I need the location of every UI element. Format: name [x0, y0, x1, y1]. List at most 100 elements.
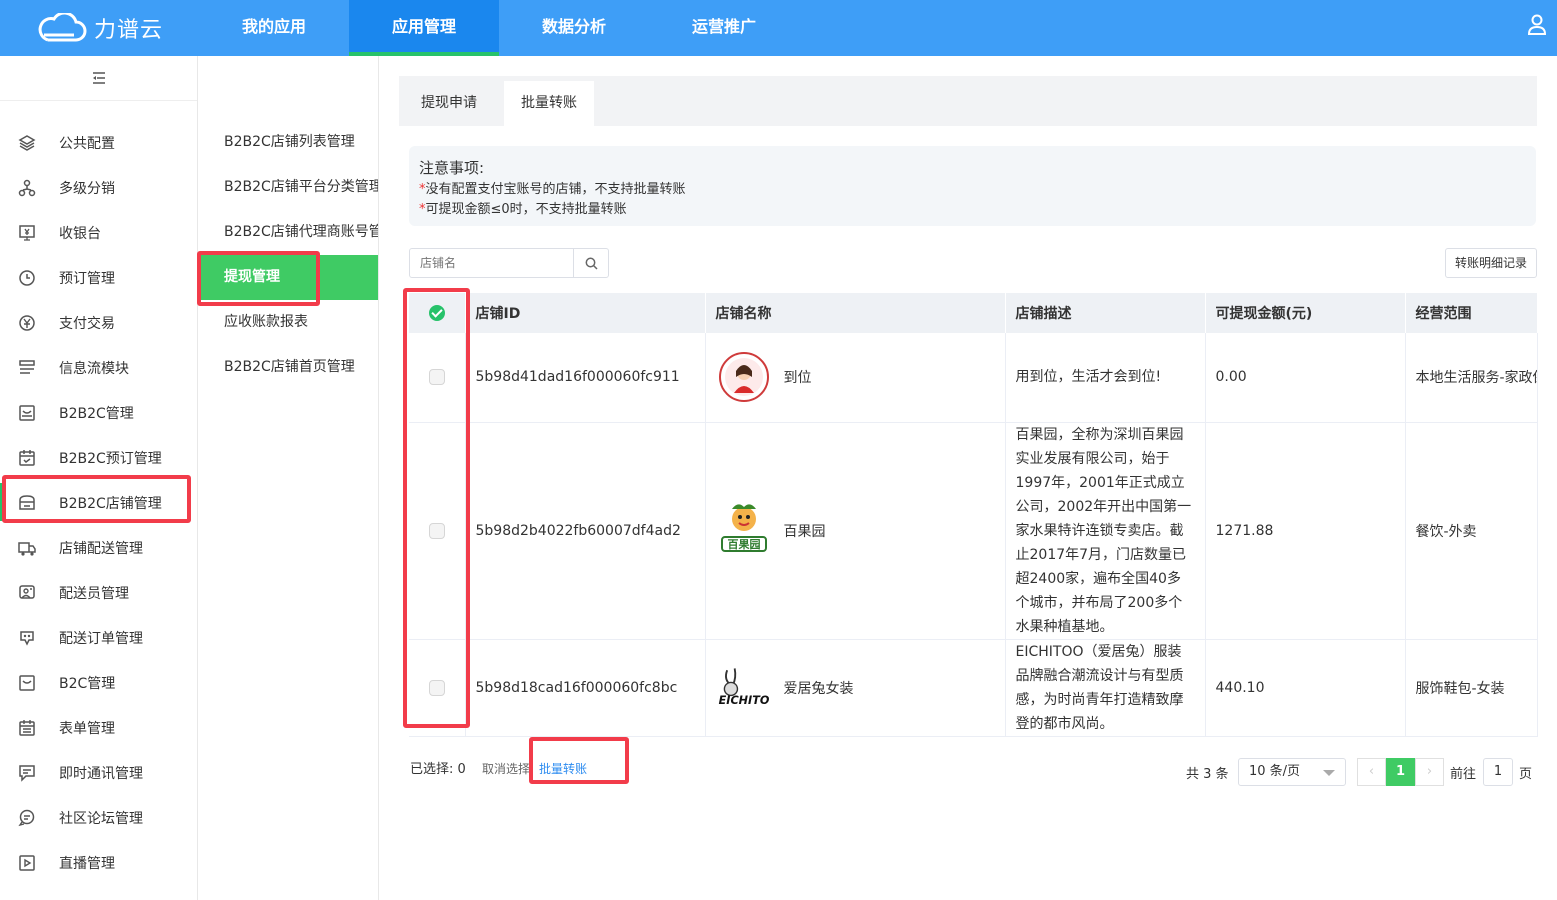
top-bar: 力谱云 我的应用 应用管理 数据分析 运营推广	[0, 0, 1557, 56]
amount-cell: 1271.88	[1205, 422, 1406, 640]
shop-desc-cell: 百果园，全称为深圳百果园实业发展有限公司，始于1997年，2001年正式成立公司…	[1005, 422, 1206, 640]
transfer-record-button[interactable]: 转账明细记录	[1445, 248, 1537, 278]
sidebar-item-label: 即时通讯管理	[59, 765, 143, 782]
menu-collapse-icon	[92, 72, 105, 84]
shop-id-cell: 5b98d2b4022fb60007df4ad2	[465, 422, 706, 640]
sidebar-item-label: 配送订单管理	[59, 630, 143, 647]
sidebar-item-label: 店铺配送管理	[59, 540, 143, 557]
search-button[interactable]	[573, 249, 608, 277]
sidebar-primary: 公共配置 多级分销 收银台 预订管理 支付交易 信息流模块 B2B2C管理 B2…	[0, 56, 198, 900]
shop-logo-baiguoyuan: 百果园	[716, 503, 772, 559]
page-size-value: 10 条/页	[1249, 764, 1301, 779]
chevron-down-icon	[1323, 770, 1335, 776]
layers-icon	[18, 134, 36, 151]
sidebar-item-label: 收银台	[59, 225, 101, 242]
distribution-icon	[18, 179, 36, 196]
cloud-icon	[38, 13, 87, 42]
sidebar-item-form[interactable]: 表单管理	[0, 705, 197, 750]
notice-box: 注意事项: *没有配置支付宝账号的店铺，不支持批量转账 *可提现金额≤0时，不支…	[409, 146, 1536, 226]
table-row: 5b98d18cad16f000060fc8bc EICHITO 爱居兔女装 E…	[409, 639, 1538, 737]
sidebar-item-b2b2c-shop[interactable]: B2B2C店铺管理	[0, 480, 197, 525]
shop-id-cell: 5b98d18cad16f000060fc8bc	[465, 639, 706, 737]
cancel-selection-link[interactable]: 取消选择	[482, 760, 530, 777]
shop-table: 店铺ID 店铺名称 店铺描述 可提现金额(元) 经营范围 5b98d41dad1…	[409, 293, 1538, 737]
sidebar-item-label: B2C管理	[59, 675, 116, 692]
amount-cell: 0.00	[1205, 333, 1406, 423]
prev-page-button[interactable]: ‹	[1357, 758, 1386, 786]
sidebar-collapse-toggle[interactable]	[0, 56, 197, 101]
next-page-button[interactable]: ›	[1415, 758, 1444, 786]
brand-name: 力谱云	[94, 18, 164, 43]
page-size-select[interactable]: 10 条/页	[1238, 758, 1346, 786]
sidebar-item-label: 支付交易	[59, 315, 115, 332]
sidebar-item-b2b2c[interactable]: B2B2C管理	[0, 390, 197, 435]
submenu-item-shop-homepage[interactable]: B2B2C店铺首页管理	[198, 345, 378, 390]
sidebar-item-forum[interactable]: 社区论坛管理	[0, 795, 197, 840]
column-header: 店铺ID	[465, 293, 706, 333]
page-number-current[interactable]: 1	[1386, 758, 1415, 786]
sidebar-item-feed[interactable]: 信息流模块	[0, 345, 197, 390]
tab-withdrawal-request[interactable]: 提现申请	[399, 81, 499, 126]
clock-icon	[19, 269, 35, 286]
sidebar-item-b2c[interactable]: B2C管理	[0, 660, 197, 705]
store-icon	[19, 404, 35, 421]
sidebar-item-cashier[interactable]: 收银台	[0, 210, 197, 255]
batch-transfer-link[interactable]: 批量转账	[539, 760, 587, 777]
sidebar-item-label: B2B2C店铺管理	[59, 495, 162, 512]
search-input[interactable]	[410, 249, 575, 277]
sidebar-secondary: B2B2C店铺列表管理 B2B2C店铺平台分类管理 B2B2C店铺代理商账号管理…	[198, 56, 379, 900]
sidebar-item-label: 公共配置	[59, 135, 115, 152]
shop-logo-eichitoo: EICHITO	[716, 660, 772, 716]
sidebar-item-public-config[interactable]: 公共配置	[0, 120, 197, 165]
nav-my-apps[interactable]: 我的应用	[199, 0, 349, 56]
sidebar-item-delivery[interactable]: 店铺配送管理	[0, 525, 197, 570]
notice-line: *没有配置支付宝账号的店铺，不支持批量转账	[419, 182, 686, 197]
notice-title: 注意事项:	[419, 159, 485, 177]
sidebar-item-live[interactable]: 直播管理	[0, 840, 197, 885]
table-row: 5b98d41dad16f000060fc911 到位 用到位，生活才会到位! …	[409, 333, 1538, 423]
submenu-item-shop-list[interactable]: B2B2C店铺列表管理	[198, 120, 378, 165]
search-icon	[585, 257, 598, 270]
column-header: 店铺名称	[705, 293, 1006, 333]
b2c-icon	[19, 674, 35, 691]
order-icon	[20, 630, 34, 646]
nav-marketing[interactable]: 运营推广	[649, 0, 799, 56]
chat-icon	[19, 764, 35, 782]
select-all-checkbox[interactable]	[428, 305, 445, 321]
top-nav: 我的应用 应用管理 数据分析 运营推广	[199, 0, 799, 56]
row-checkbox[interactable]	[428, 369, 445, 386]
sidebar-item-distribution[interactable]: 多级分销	[0, 165, 197, 210]
sidebar-item-b2b2c-reservation[interactable]: B2B2C预订管理	[0, 435, 197, 480]
sidebar-item-courier[interactable]: 配送员管理	[0, 570, 197, 615]
column-header: 可提现金额(元)	[1205, 293, 1406, 333]
svg-text:百果园: 百果园	[727, 538, 760, 551]
sidebar-item-label: B2B2C管理	[59, 405, 134, 422]
sidebar-item-label: 社区论坛管理	[59, 810, 143, 827]
nav-app-management[interactable]: 应用管理	[349, 0, 499, 56]
forum-icon	[18, 809, 35, 826]
sidebar-item-label: 信息流模块	[59, 360, 129, 377]
shop-desc-cell: EICHITOO（爱居兔）服装品牌融合潮流设计与有型质感，为时尚青年打造精致摩登…	[1005, 639, 1206, 737]
feed-icon	[19, 359, 35, 374]
user-icon[interactable]	[1527, 14, 1547, 36]
tab-batch-transfer[interactable]: 批量转账	[504, 81, 594, 126]
goto-page-input[interactable]: 1	[1483, 758, 1513, 786]
submenu-item-receivables-report[interactable]: 应收账款报表	[198, 300, 378, 345]
row-checkbox[interactable]	[428, 679, 445, 696]
row-checkbox[interactable]	[428, 522, 445, 539]
submenu-item-agent-account[interactable]: B2B2C店铺代理商账号管理	[198, 210, 378, 255]
sidebar-item-im[interactable]: 即时通讯管理	[0, 750, 197, 795]
nav-data-analysis[interactable]: 数据分析	[499, 0, 649, 56]
shop-name: 到位	[783, 370, 812, 387]
sidebar-item-label: 配送员管理	[59, 585, 129, 602]
sidebar-item-reservation[interactable]: 预订管理	[0, 255, 197, 300]
notice-line: *可提现金额≤0时，不支持批量转账	[419, 202, 627, 217]
courier-icon	[19, 584, 35, 599]
submenu-item-withdrawal[interactable]: 提现管理	[198, 255, 378, 300]
shop-name: 百果园	[783, 523, 826, 540]
sidebar-item-delivery-order[interactable]: 配送订单管理	[0, 615, 197, 660]
brand-logo[interactable]: 力谱云	[36, 10, 163, 46]
submenu-item-platform-category[interactable]: B2B2C店铺平台分类管理	[198, 165, 378, 210]
shop-icon	[19, 494, 35, 510]
sidebar-item-payment[interactable]: 支付交易	[0, 300, 197, 345]
